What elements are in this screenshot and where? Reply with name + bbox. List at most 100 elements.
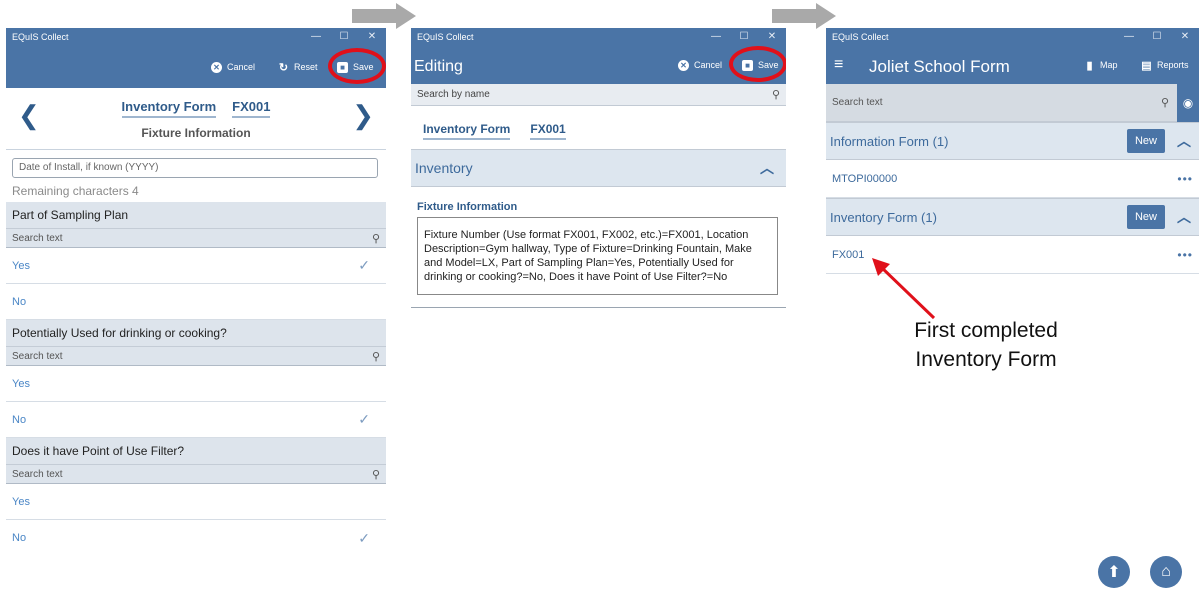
tab-inventory-form[interactable]: Inventory Form — [423, 122, 511, 140]
more-icon[interactable]: ••• — [1177, 172, 1193, 186]
more-icon[interactable]: ••• — [1177, 248, 1193, 262]
section-label: Inventory — [415, 160, 473, 176]
check-icon: ✓ — [358, 411, 370, 427]
maximize-icon[interactable]: ☐ — [730, 28, 758, 46]
reports-button[interactable]: ▤ Reports — [1141, 46, 1188, 84]
option-yes[interactable]: Yes ✓ — [6, 248, 386, 284]
page-subtitle: Fixture Information — [141, 126, 251, 140]
search-placeholder: Search by name — [417, 89, 490, 100]
document-icon: ▤ — [1141, 59, 1152, 72]
question-sampling-plan: Part of Sampling Plan — [6, 202, 386, 228]
search-input[interactable]: Search text ⚲ — [6, 464, 386, 484]
window-title: EQuIS Collect — [417, 32, 474, 42]
flow-arrow-2 — [772, 3, 836, 29]
chevron-up-icon: ︿ — [760, 160, 774, 176]
save-highlight-ring — [729, 46, 786, 82]
form-header: ❮ Inventory Form FX001 Fixture Informatio… — [6, 88, 386, 150]
upload-button[interactable]: ⬆ — [1098, 556, 1130, 588]
cancel-button[interactable]: ✕ Cancel — [211, 46, 255, 88]
page-title: Editing — [414, 58, 463, 75]
map-button[interactable]: ▮ Map — [1084, 46, 1118, 84]
reset-label: Reset — [294, 62, 318, 72]
record-label: FX001 — [832, 248, 865, 261]
search-placeholder: Search text — [12, 232, 63, 244]
section-inventory[interactable]: Inventory ︿ — [411, 149, 786, 187]
editing-screen: EQuIS Collect — ☐ ✕ Editing ✕ Cancel ■ Save … — [411, 28, 786, 358]
divider — [411, 307, 786, 308]
camera-icon[interactable]: ◉ — [1177, 83, 1199, 122]
fixture-info-label: Fixture Information — [417, 201, 518, 213]
search-input[interactable]: Search text ⚲ — [6, 346, 386, 366]
chevron-up-icon[interactable]: ︿ — [1177, 207, 1191, 227]
search-icon: ⚲ — [1160, 97, 1169, 109]
map-icon: ▮ — [1086, 59, 1093, 72]
maximize-icon[interactable]: ☐ — [1143, 28, 1171, 46]
save-highlight-ring — [328, 48, 386, 84]
window-titlebar: EQuIS Collect — ☐ ✕ — [6, 28, 386, 46]
menu-icon[interactable]: ≡ — [834, 56, 843, 74]
cancel-button[interactable]: ✕ Cancel — [678, 46, 722, 84]
question-drinking-cooking: Potentially Used for drinking or cooking… — [6, 320, 386, 346]
home-button[interactable]: ⌂ — [1150, 556, 1182, 588]
group-inventory-form[interactable]: Inventory Form (1) New ︿ — [826, 198, 1199, 236]
search-icon: ⚲ — [371, 350, 380, 363]
option-label: No — [12, 413, 27, 426]
page-title: Joliet School Form — [869, 57, 1010, 76]
question-point-of-use-filter: Does it have Point of Use Filter? — [6, 438, 386, 464]
option-yes[interactable]: Yes — [6, 484, 386, 520]
breadcrumb: Inventory Form FX001 — [411, 106, 786, 149]
flow-arrow-1 — [352, 3, 416, 29]
tab-fx001[interactable]: FX001 — [530, 122, 566, 140]
annotation-line-1: First completed — [914, 319, 1058, 342]
minimize-icon[interactable]: — — [302, 28, 330, 46]
close-icon[interactable]: ✕ — [758, 28, 786, 46]
chevron-up-icon[interactable]: ︿ — [1177, 131, 1191, 151]
minimize-icon[interactable]: — — [702, 28, 730, 46]
search-input[interactable]: Search text ⚲ — [6, 228, 386, 248]
search-placeholder: Search text — [12, 350, 63, 362]
date-install-field[interactable]: Date of Install, if known (YYYY) — [12, 158, 378, 178]
chevron-right-icon[interactable]: ❯ — [352, 100, 374, 131]
minimize-icon[interactable]: — — [1115, 28, 1143, 46]
option-label: No — [12, 295, 27, 308]
option-no[interactable]: No — [6, 284, 386, 320]
group-label: Inventory Form (1) — [830, 209, 937, 225]
remaining-characters: Remaining characters 4 — [12, 184, 139, 198]
annotation-line-2: Inventory Form — [915, 348, 1057, 371]
check-icon: ✓ — [358, 529, 370, 546]
search-icon: ⚲ — [371, 232, 380, 245]
tab-fx001[interactable]: FX001 — [232, 99, 271, 118]
window-title: EQuIS Collect — [832, 32, 889, 42]
cancel-icon: ✕ — [678, 59, 689, 71]
option-label: Yes — [12, 377, 30, 390]
option-label: Yes — [12, 495, 30, 508]
search-input[interactable]: Search by name ⚲ — [411, 84, 786, 106]
option-label: No — [12, 532, 27, 544]
new-button[interactable]: New — [1126, 205, 1165, 229]
reset-button[interactable]: ↻ Reset — [278, 46, 318, 88]
option-no[interactable]: No ✓ — [6, 402, 386, 438]
close-icon[interactable]: ✕ — [1171, 28, 1199, 46]
fixture-summary[interactable]: Fixture Number (Use format FX001, FX002,… — [417, 217, 778, 295]
list-item[interactable]: MTOPI00000 ••• — [826, 160, 1199, 198]
option-no[interactable]: No ✓ — [6, 520, 386, 556]
search-icon: ⚲ — [371, 468, 380, 481]
cancel-label: Cancel — [694, 60, 723, 70]
search-placeholder: Search text — [12, 468, 63, 480]
record-label: MTOPI00000 — [832, 172, 898, 185]
maximize-icon[interactable]: ☐ — [330, 28, 358, 46]
reset-icon: ↻ — [278, 61, 289, 74]
close-icon[interactable]: ✕ — [358, 28, 386, 46]
map-label: Map — [1100, 60, 1118, 70]
cancel-label: Cancel — [227, 62, 256, 72]
group-information-form[interactable]: Information Form (1) New ︿ — [826, 122, 1199, 160]
search-placeholder: Search text — [832, 97, 883, 108]
search-input[interactable]: Search text ⚲ ◉ — [826, 83, 1199, 122]
option-label: Yes — [12, 259, 30, 272]
form-edit-screen: EQuIS Collect — ☐ ✕ ✕ Cancel ↻ Reset ■ Save ❮… — [6, 28, 386, 595]
app-bar: ≡ Joliet School Form ▮ Map ▤ Reports — [826, 46, 1199, 84]
new-button[interactable]: New — [1126, 129, 1165, 153]
tab-inventory-form[interactable]: Inventory Form — [121, 99, 217, 118]
option-yes[interactable]: Yes — [6, 366, 386, 402]
search-icon: ⚲ — [771, 89, 780, 101]
